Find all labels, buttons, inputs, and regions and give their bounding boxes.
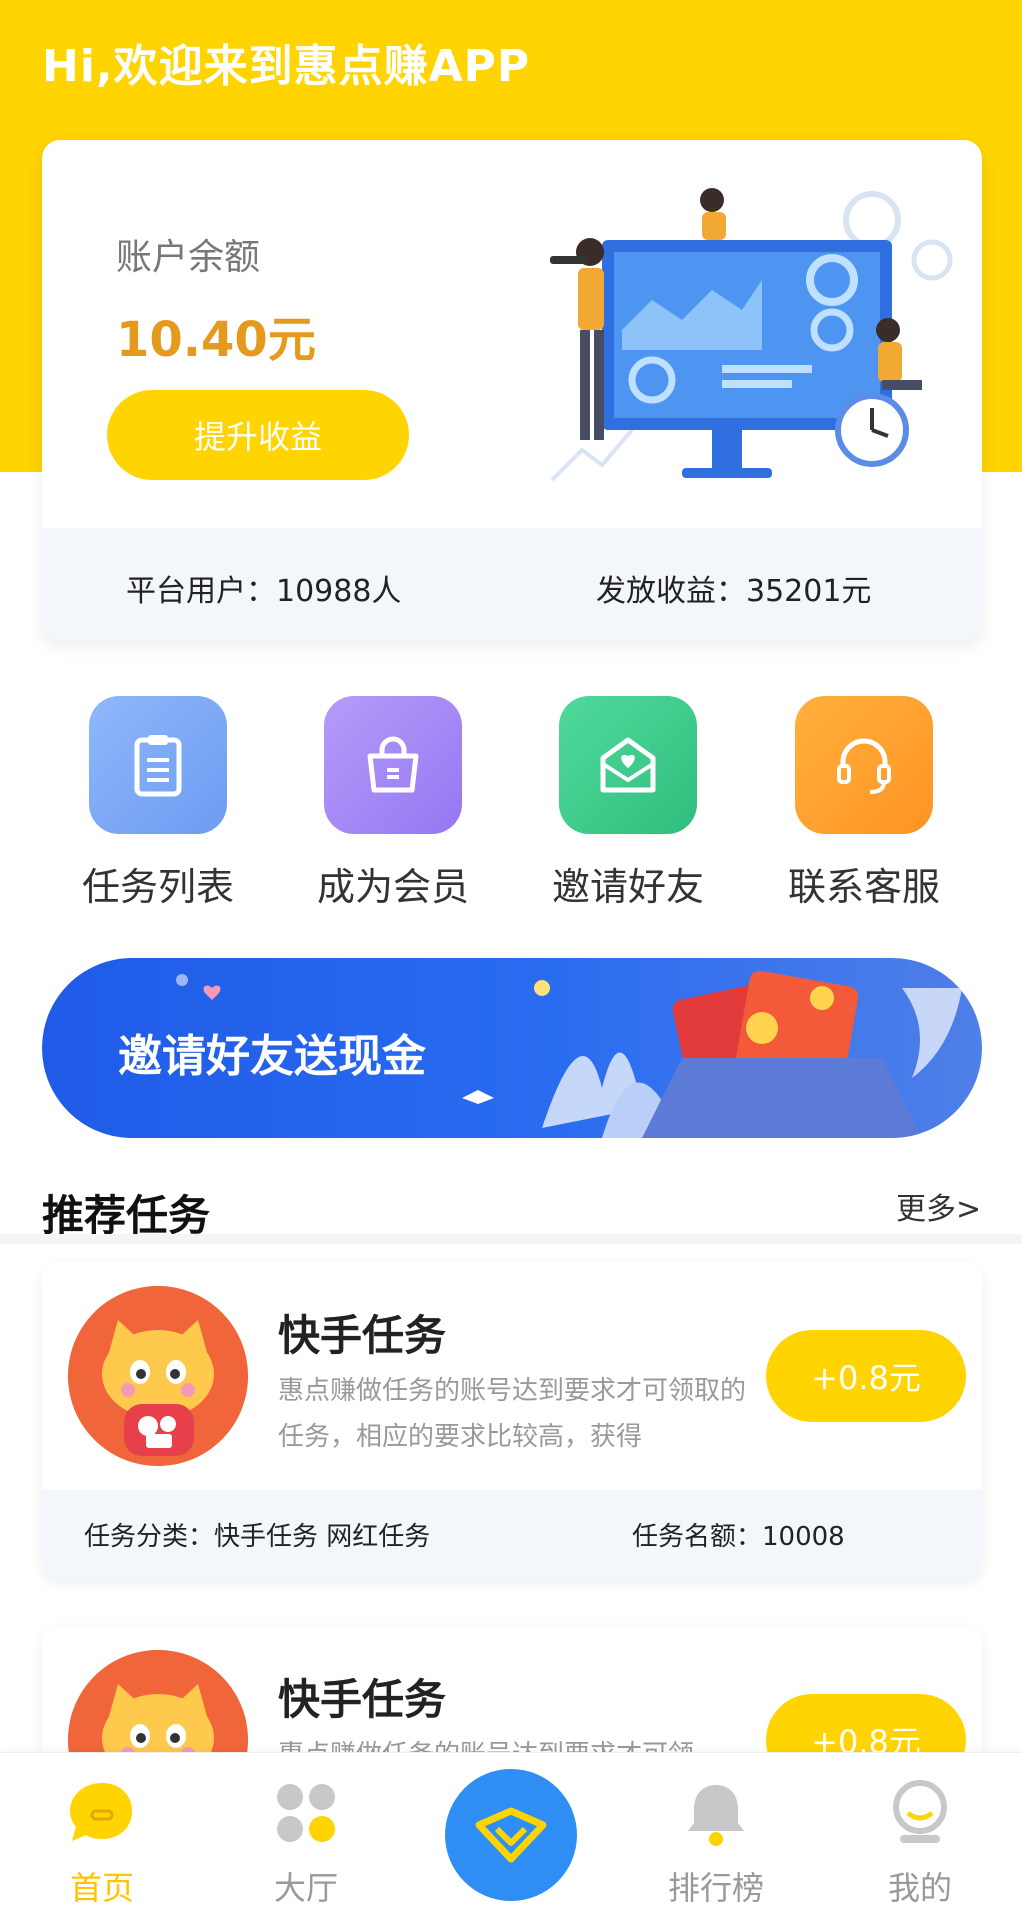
task-category: 任务分类：快手任务 网红任务: [84, 1522, 431, 1552]
user-camera-icon: [893, 1780, 947, 1843]
quick-action-membership[interactable]: 成为会员: [283, 690, 503, 911]
section-divider: [0, 1234, 1022, 1244]
bell-icon: [688, 1785, 744, 1846]
task-reward-button[interactable]: +0.8元: [766, 1330, 966, 1422]
quick-action-task-list[interactable]: 任务列表: [48, 690, 268, 911]
quick-action-label: 任务列表: [81, 865, 234, 909]
task-card[interactable]: 快手任务 惠点赚做任务的账号达到要求才可领取的任务，相应的要求比较高，获得 +0…: [42, 1262, 982, 1580]
heart-envelope-icon: [559, 696, 697, 834]
grid-dots-icon: [277, 1784, 335, 1842]
bag-icon: [324, 696, 462, 834]
headset-icon: [795, 696, 933, 834]
clipboard-icon: [89, 696, 227, 834]
upgrade-earnings-button[interactable]: 提升收益: [107, 390, 409, 480]
quick-action-invite-friends[interactable]: 邀请好友: [518, 690, 738, 911]
nav-label: 排行榜: [667, 1869, 764, 1907]
platform-users-stat: 平台用户：10988人: [126, 574, 402, 609]
task-title: 快手任务: [278, 1675, 447, 1724]
nav-label: 大厅: [273, 1869, 338, 1907]
chat-bubble-icon: [70, 1783, 132, 1841]
quick-action-label: 邀请好友: [551, 865, 704, 909]
banner-text: 邀请好友送现金: [118, 1031, 426, 1082]
invite-cash-banner[interactable]: 邀请好友送现金: [42, 958, 982, 1138]
nav-item-home[interactable]: 首页: [0, 1753, 204, 1920]
balance-value: 10.40元: [116, 312, 316, 368]
nav-item-hall[interactable]: 大厅: [204, 1753, 408, 1920]
nav-label: 首页: [69, 1869, 134, 1907]
quick-action-label: 成为会员: [316, 865, 469, 909]
balance-label: 账户余额: [116, 237, 261, 278]
quick-action-customer-service[interactable]: 联系客服: [754, 690, 974, 911]
platform-stats-bar: 平台用户：10988人 发放收益：35201元: [42, 528, 982, 640]
greeting-title: Hi,欢迎来到惠点赚APP: [42, 41, 531, 92]
account-card: 账户余额 10.40元 提升收益 平台用户：10988人 发放收益：35201元: [42, 140, 982, 640]
nav-label: 我的: [887, 1869, 952, 1907]
nav-item-ranking[interactable]: 排行榜: [614, 1753, 818, 1920]
quick-actions: 任务列表 成为会员 邀请好友 联系客服: [0, 690, 1022, 910]
nav-item-mine[interactable]: 我的: [818, 1753, 1022, 1920]
nav-item-center[interactable]: [445, 1769, 577, 1901]
issued-earnings-stat: 发放收益：35201元: [596, 574, 872, 609]
task-quota: 任务名额：10008: [632, 1522, 845, 1552]
task-description: 惠点赚做任务的账号达到要求才可领取的任务，相应的要求比较高，获得: [278, 1376, 747, 1452]
analytics-illustration: [550, 188, 953, 482]
more-link[interactable]: 更多>: [896, 1184, 981, 1228]
quick-action-label: 联系客服: [787, 865, 940, 909]
task-title: 快手任务: [278, 1311, 447, 1360]
kuaishou-cat-avatar: [68, 1286, 248, 1466]
diamond-icon: [475, 1807, 547, 1863]
task-meta-bar: 任务分类：快手任务 网红任务 任务名额：10008: [42, 1490, 982, 1580]
bottom-nav: 首页 大厅 排行榜 我的: [0, 1752, 1022, 1920]
